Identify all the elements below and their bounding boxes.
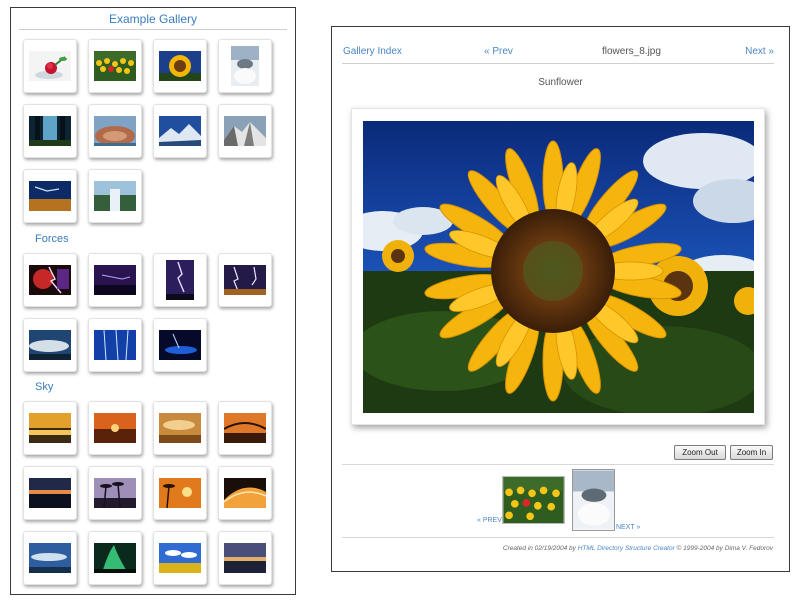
footer-prefix: Created in 02/19/2004 by bbox=[502, 545, 578, 552]
aurora-photo bbox=[94, 543, 136, 573]
gallery-thumb-forest-path[interactable] bbox=[23, 104, 77, 158]
viewer-nav-bar: Gallery Index « Prev flowers_8.jpg Next … bbox=[342, 44, 774, 64]
zoom-out-button[interactable]: Zoom Out bbox=[674, 445, 726, 460]
town-aerial-photo bbox=[94, 116, 136, 146]
gallery-thumb-blue-lightning[interactable] bbox=[88, 318, 142, 372]
gallery-thumb-aurora[interactable] bbox=[88, 531, 142, 585]
next-link[interactable]: Next » bbox=[745, 46, 774, 57]
gallery-thumb-field-sky[interactable] bbox=[153, 531, 207, 585]
gallery-thumb-blue-sky[interactable] bbox=[23, 531, 77, 585]
gallery-thumb-snow-mountain[interactable] bbox=[153, 104, 207, 158]
purple-storm-photo bbox=[94, 265, 136, 295]
filmstrip-prev-link[interactable]: « PREV bbox=[477, 517, 502, 524]
gallery-thumb-bridge-sunset[interactable] bbox=[218, 401, 272, 455]
gallery-thumb-twilight-sea[interactable] bbox=[218, 531, 272, 585]
footer-credits: Created in 02/19/2004 by HTML Directory … bbox=[503, 545, 773, 552]
gallery-panel: Example Gallery Forces Sky bbox=[10, 7, 296, 595]
prev-link[interactable]: « Prev bbox=[484, 46, 513, 57]
gallery-thumb-sunset-lake[interactable] bbox=[23, 401, 77, 455]
gallery-thumb-lightning-tower[interactable] bbox=[153, 253, 207, 307]
bridge-sunset-photo bbox=[224, 413, 266, 443]
gallery-thumb-tulips[interactable] bbox=[88, 39, 142, 93]
gallery-thumb-sunflower[interactable] bbox=[153, 39, 207, 93]
blue-sky-photo bbox=[29, 543, 71, 573]
gallery-thumb-wave-sunset[interactable] bbox=[218, 466, 272, 520]
waterfall-photo bbox=[94, 181, 136, 211]
twilight-sea-photo bbox=[224, 543, 266, 573]
fire-lightning-photo bbox=[29, 265, 71, 295]
wave-sunset-photo bbox=[224, 478, 266, 508]
sunset-clouds-photo bbox=[159, 413, 201, 443]
filmstrip-next-link[interactable]: NEXT » bbox=[616, 524, 640, 531]
gallery-thumb-dusk-horizon[interactable] bbox=[23, 466, 77, 520]
filmstrip-thumb-tulips[interactable] bbox=[502, 476, 565, 524]
night-storm-photo bbox=[159, 330, 201, 360]
lightning-tower-photo bbox=[166, 260, 194, 300]
sunflower-thumb-photo bbox=[159, 51, 201, 81]
tulips-photo bbox=[94, 51, 136, 81]
gallery-thumb-tropical-sunset[interactable] bbox=[153, 466, 207, 520]
gallery-thumb-storm-clouds[interactable] bbox=[23, 318, 77, 372]
image-caption: Sunflower bbox=[538, 77, 583, 88]
rose-photo bbox=[29, 51, 71, 81]
zoom-in-button[interactable]: Zoom In bbox=[730, 445, 773, 460]
footer-creator-link[interactable]: HTML Directory Structure Creator bbox=[578, 545, 675, 552]
gallery-thumb-purple-storm[interactable] bbox=[88, 253, 142, 307]
gallery-thumb-flower-white[interactable] bbox=[218, 39, 272, 93]
gallery-thumb-sunset-orange[interactable] bbox=[88, 401, 142, 455]
gallery-thumb-rocky-mountain[interactable] bbox=[218, 104, 272, 158]
gallery-thumb-palm-sunset[interactable] bbox=[88, 466, 142, 520]
blue-lightning-photo bbox=[94, 330, 136, 360]
sunset-lake-photo bbox=[29, 413, 71, 443]
section-label-forces: Forces bbox=[35, 233, 69, 245]
gallery-thumb-lightning-city[interactable] bbox=[218, 253, 272, 307]
filmstrip-thumb-white-flower[interactable] bbox=[572, 469, 615, 531]
gallery-thumb-rose[interactable] bbox=[23, 39, 77, 93]
gallery-thumb-waterfall[interactable] bbox=[88, 169, 142, 223]
snow-mountain-photo bbox=[159, 116, 201, 146]
file-name-label: flowers_8.jpg bbox=[602, 46, 661, 57]
sunset-orange-photo bbox=[94, 413, 136, 443]
storm-clouds-photo bbox=[29, 330, 71, 360]
section-label-sky: Sky bbox=[35, 381, 54, 393]
white-flower-photo bbox=[231, 46, 259, 86]
gallery-thumb-fire-lightning[interactable] bbox=[23, 253, 77, 307]
photo-frame bbox=[351, 108, 765, 425]
lightning-field-photo bbox=[29, 181, 71, 211]
gallery-thumb-town-aerial[interactable] bbox=[88, 104, 142, 158]
gallery-thumb-night-storm[interactable] bbox=[153, 318, 207, 372]
image-viewer-panel: Gallery Index « Prev flowers_8.jpg Next … bbox=[331, 26, 790, 572]
lightning-city-photo bbox=[224, 265, 266, 295]
gallery-title: Example Gallery bbox=[19, 12, 287, 30]
tropical-sunset-photo bbox=[159, 478, 201, 508]
gallery-index-link[interactable]: Gallery Index bbox=[343, 46, 402, 57]
field-sky-photo bbox=[159, 543, 201, 573]
divider bbox=[342, 464, 774, 465]
rocky-mountain-photo bbox=[224, 116, 266, 146]
palm-sunset-photo bbox=[94, 478, 136, 508]
footer-suffix: © 1999-2004 by Dima V. Fedorov bbox=[674, 545, 773, 552]
divider bbox=[342, 537, 774, 538]
gallery-thumb-sunset-clouds[interactable] bbox=[153, 401, 207, 455]
gallery-thumb-lightning-field[interactable] bbox=[23, 169, 77, 223]
forest-path-photo bbox=[29, 116, 71, 146]
sunflower-photo[interactable] bbox=[363, 121, 754, 413]
dusk-horizon-photo bbox=[29, 478, 71, 508]
